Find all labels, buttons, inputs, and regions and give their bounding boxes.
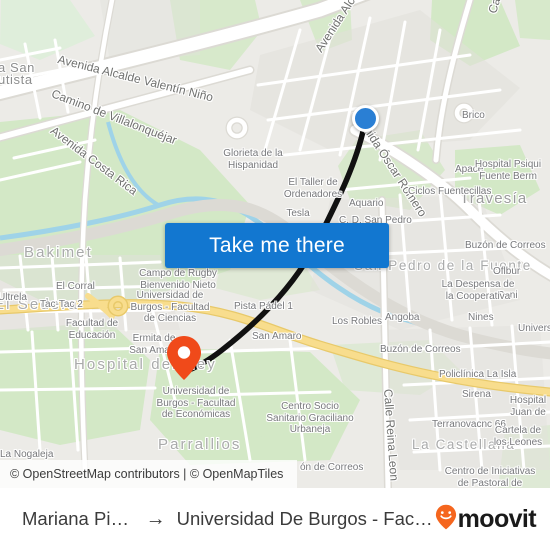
moovit-route-map-screen: Avenida Alcalde Valentín Niño Camino de …	[0, 0, 550, 550]
route-summary: Mariana Pin... → Universidad De Burgos -…	[22, 508, 435, 531]
route-destination-label: Universidad De Burgos - Facultad D...	[176, 508, 435, 529]
bottom-bar: Mariana Pin... → Universidad De Burgos -…	[0, 488, 550, 550]
moovit-wordmark: moovit	[457, 504, 537, 533]
moovit-logo[interactable]: moovit	[435, 504, 537, 535]
attribution-text: © OpenStreetMap contributors | © OpenMap…	[10, 467, 284, 481]
take-me-there-button[interactable]: Take me there	[165, 223, 389, 268]
destination-pin-icon[interactable]	[165, 335, 203, 381]
arrow-right-icon: →	[145, 507, 166, 530]
origin-dot-icon[interactable]	[352, 105, 379, 132]
map-attribution: © OpenStreetMap contributors | © OpenMap…	[0, 460, 298, 488]
map-canvas[interactable]: Avenida Alcalde Valentín Niño Camino de …	[0, 0, 550, 488]
route-origin-label: Mariana Pin...	[22, 508, 135, 529]
moovit-pin-icon	[435, 504, 457, 535]
